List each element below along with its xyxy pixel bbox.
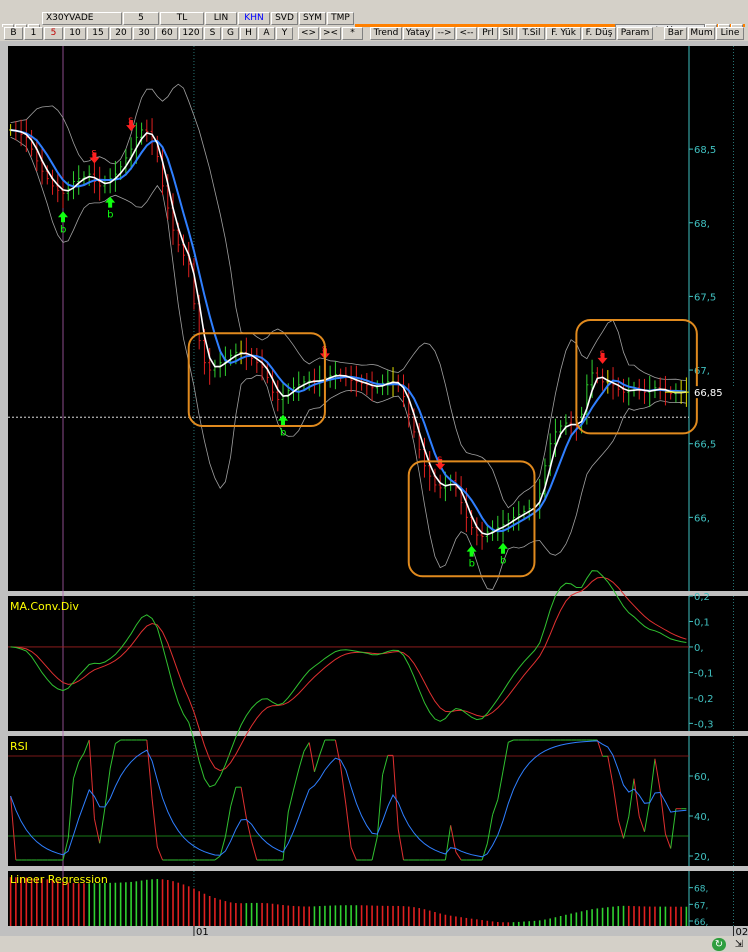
linreg-title: Lineer Regression: [10, 873, 108, 886]
fib-down-button[interactable]: F. Düş: [582, 27, 616, 40]
param-button[interactable]: Param: [617, 27, 653, 40]
chart-area[interactable]: 68,568,67,567,66,566,bsbsbssbbs66,850,20…: [0, 41, 748, 936]
draw-trend-button[interactable]: Trend: [370, 27, 402, 40]
interval-selector[interactable]: 5: [123, 12, 159, 25]
scale-linear-button[interactable]: LIN: [205, 12, 237, 25]
linreg-tick-label: 66,: [694, 918, 708, 928]
top-toolbar: ▦ ‒ ✕ X30YVADE 5 TL LIN KHN SVD SYM TMP …: [0, 12, 748, 37]
period-button-30[interactable]: 30: [133, 27, 155, 40]
panel-background-price: [8, 46, 689, 591]
linreg-tick-label: 67,: [694, 901, 708, 911]
period-button-s[interactable]: S: [204, 27, 221, 40]
buy-signal-label: b: [469, 559, 475, 570]
macd-tick-label: -0,1: [694, 668, 714, 679]
fib-up-button[interactable]: F. Yük: [546, 27, 581, 40]
period-button-120[interactable]: 120: [179, 27, 203, 40]
rsi-tick-label: 40,: [694, 812, 710, 823]
rsi-tick-label: 20,: [694, 852, 710, 863]
tool-tmp-button[interactable]: TMP: [327, 12, 354, 25]
period-button-15[interactable]: 15: [87, 27, 109, 40]
zoom-out-button[interactable]: <>: [298, 27, 319, 40]
delete-button[interactable]: Sil: [499, 27, 517, 40]
axis-background-price: [689, 46, 748, 591]
buy-signal-label: b: [60, 224, 66, 235]
reset-zoom-button[interactable]: *: [342, 27, 363, 40]
linreg-tick-label: 68,: [694, 885, 708, 895]
style-line-button[interactable]: Line: [716, 27, 744, 40]
zoom-in-button[interactable]: ><: [320, 27, 341, 40]
draw-horizontal-button[interactable]: Yatay: [403, 27, 433, 40]
macd-tick-label: 0,2: [694, 592, 710, 603]
macd-tick-label: 0,1: [694, 617, 710, 628]
period-button-60[interactable]: 60: [156, 27, 178, 40]
period-button-y[interactable]: Y: [276, 27, 293, 40]
time-axis-background: [8, 926, 748, 936]
buy-signal-label: b: [500, 556, 506, 567]
time-axis-label: 02: [736, 927, 748, 936]
period-toolbar: B 1 5 10 15 20 30 60 120 S G H A Y <> ><…: [0, 27, 748, 41]
status-bar: [0, 936, 748, 952]
draw-left-arrow-button[interactable]: <--: [456, 27, 477, 40]
period-button-20[interactable]: 20: [110, 27, 132, 40]
period-button-h[interactable]: H: [240, 27, 257, 40]
price-tick-label: 66,5: [694, 440, 716, 451]
tool-sym-button[interactable]: SYM: [299, 12, 326, 25]
price-tick-label: 66,: [694, 513, 710, 524]
period-button-1[interactable]: 1: [24, 27, 43, 40]
rsi-tick-label: 60,: [694, 772, 710, 783]
price-tick-label: 68,: [694, 219, 710, 230]
symbol-selector[interactable]: X30YVADE: [42, 12, 122, 25]
macd-tick-label: 0,: [694, 643, 704, 654]
style-candle-button[interactable]: Mum: [688, 27, 715, 40]
macd-title: MA.Conv.Div: [10, 600, 79, 613]
macd-tick-label: -0,3: [694, 719, 714, 730]
macd-tick-label: -0,2: [694, 694, 714, 705]
currency-button[interactable]: TL: [160, 12, 204, 25]
scale-khn-button[interactable]: KHN: [238, 12, 270, 25]
time-axis-label: 01: [196, 927, 209, 936]
draw-right-arrow-button[interactable]: -->: [434, 27, 455, 40]
period-button-b[interactable]: B: [4, 27, 23, 40]
period-button-10[interactable]: 10: [64, 27, 86, 40]
period-button-g[interactable]: G: [222, 27, 239, 40]
style-bar-button[interactable]: Bar: [664, 27, 687, 40]
axis-background-rsi: [689, 736, 748, 866]
axis-background-macd: [689, 596, 748, 731]
last-price-label: 66,85: [694, 388, 723, 399]
price-tick-label: 67,5: [694, 292, 716, 303]
draw-parallel-button[interactable]: Prl: [478, 27, 498, 40]
buy-signal-label: b: [107, 210, 113, 221]
resize-grip-icon[interactable]: ⇲: [732, 938, 746, 951]
panel-background-rsi: [8, 736, 689, 866]
buy-signal-label: b: [280, 428, 286, 439]
price-tick-label: 68,5: [694, 145, 716, 156]
rsi-title: RSI: [10, 740, 28, 753]
period-button-5[interactable]: 5: [44, 27, 63, 40]
tool-svd-button[interactable]: SVD: [271, 12, 298, 25]
period-button-a[interactable]: A: [258, 27, 275, 40]
refresh-icon[interactable]: ↻: [712, 938, 726, 951]
delete-all-button[interactable]: T.Sil: [518, 27, 545, 40]
